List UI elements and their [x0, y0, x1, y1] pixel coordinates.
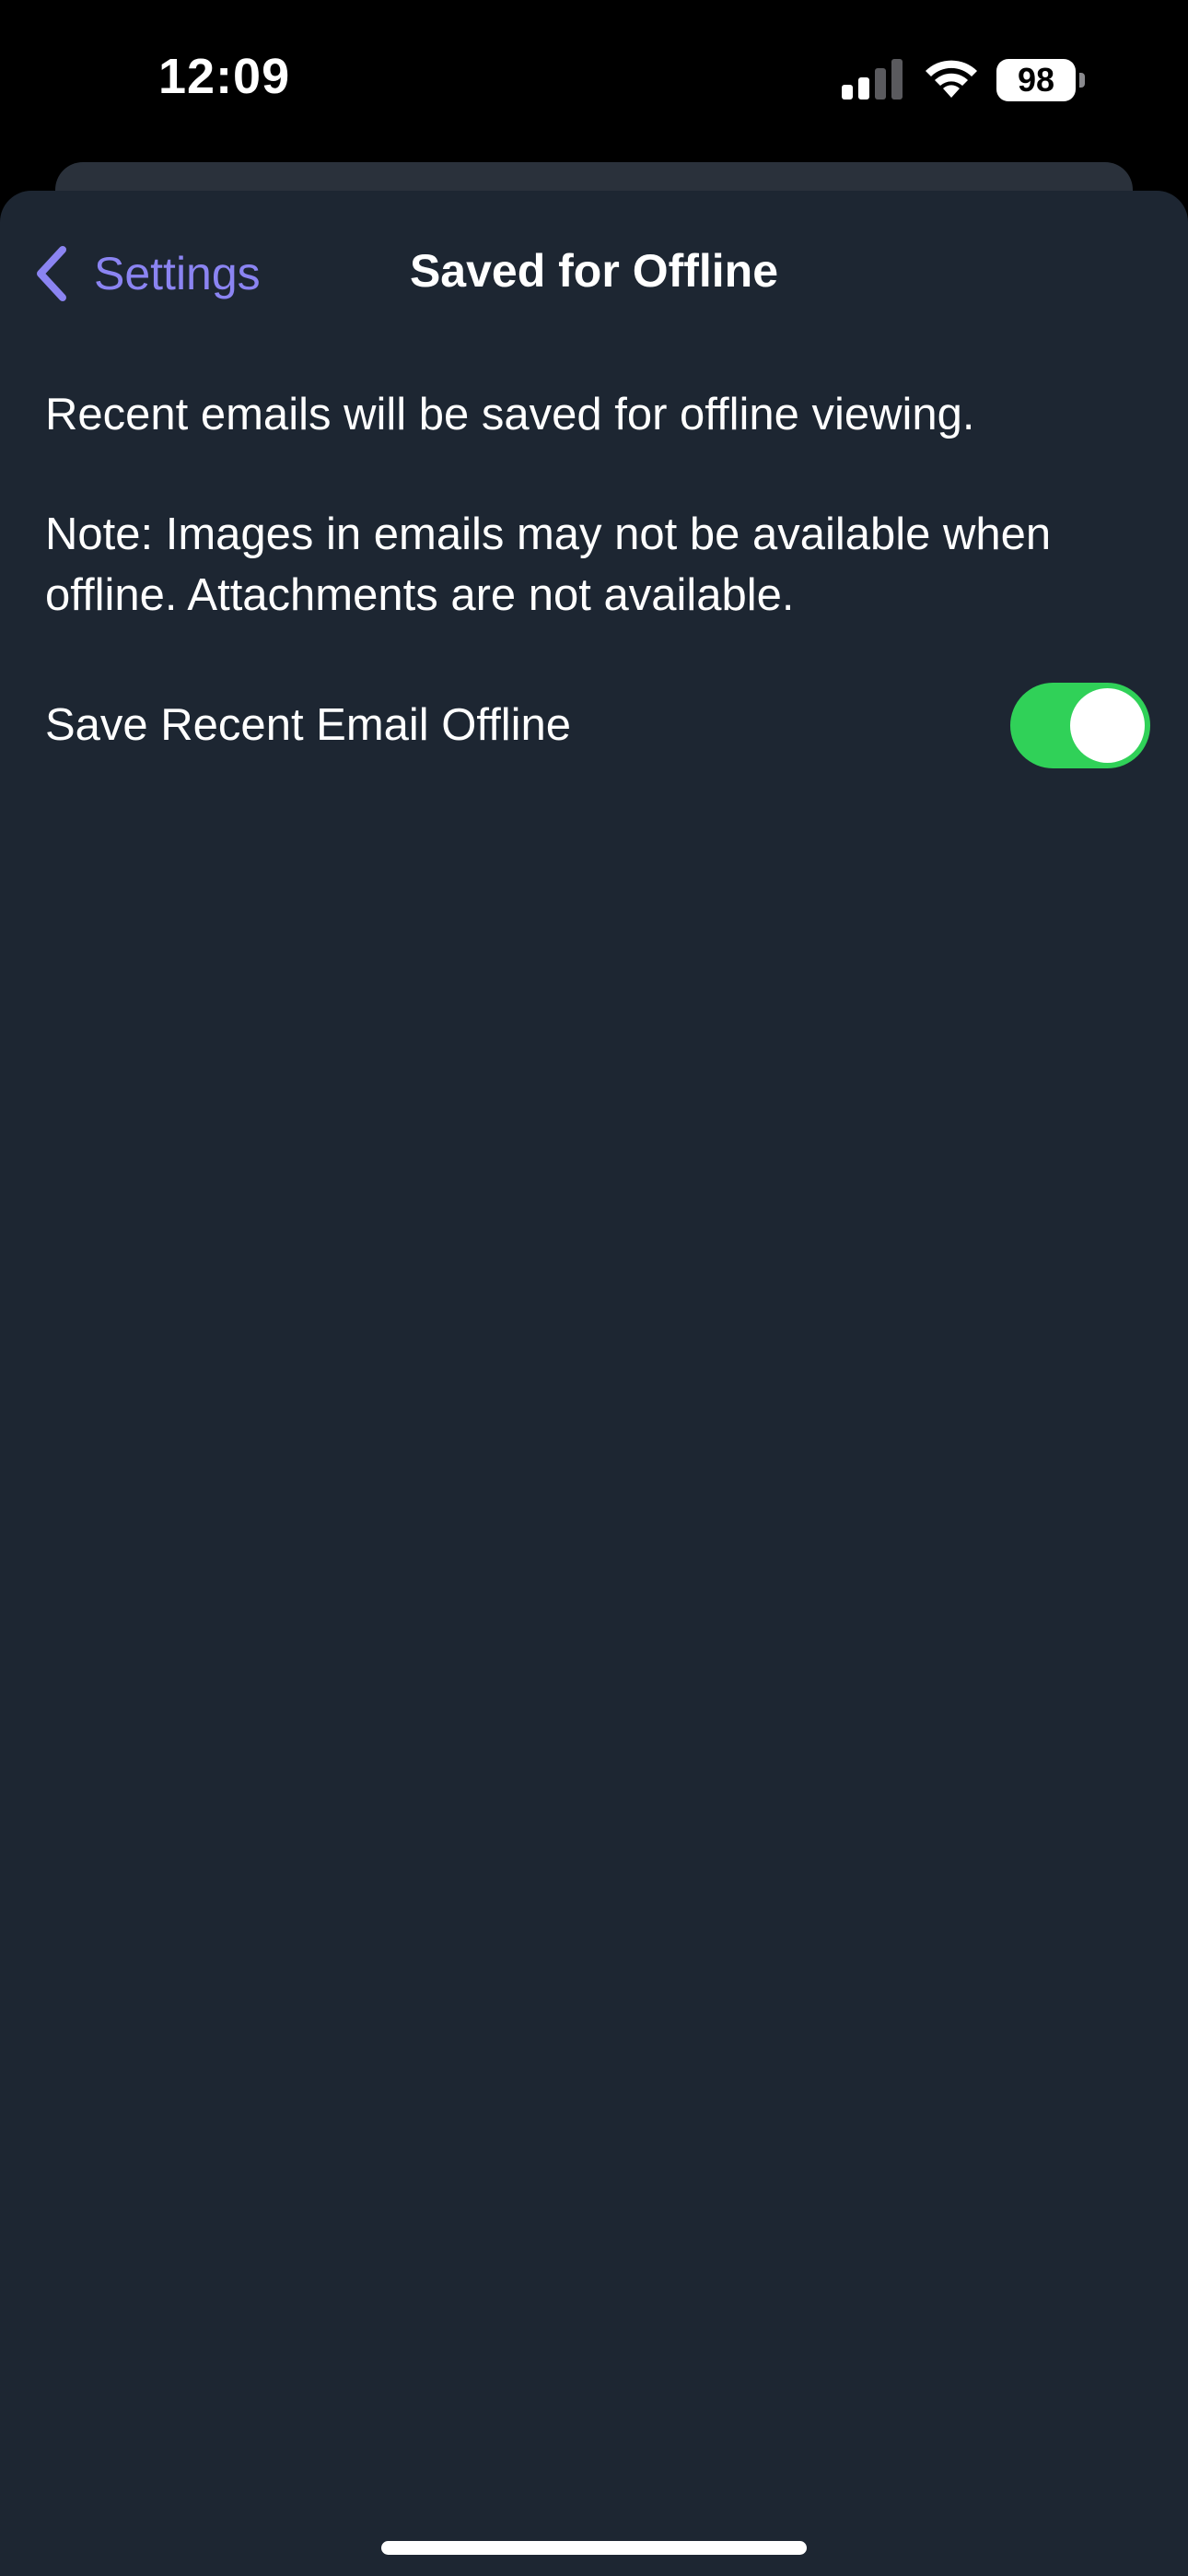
note-text: Note: Images in emails may not be availa… — [45, 509, 1052, 620]
status-time: 12:09 — [158, 49, 291, 104]
save-offline-setting-row: Save Recent Email Offline — [45, 679, 1150, 771]
battery-tip — [1079, 73, 1085, 88]
battery-icon: 98 — [996, 59, 1085, 101]
back-button[interactable]: Settings — [33, 237, 261, 310]
screen: 12:09 98 Saved for Offline Settings Rece… — [0, 0, 1188, 2576]
navigation-bar: Saved for Offline Settings — [0, 191, 1188, 347]
content: Recent emails will be saved for offline … — [45, 384, 1150, 626]
signal-icon — [842, 59, 903, 100]
description-text: Recent emails will be saved for offline … — [45, 390, 975, 439]
back-label: Settings — [94, 248, 261, 299]
chevron-left-icon — [37, 246, 66, 301]
battery-level: 98 — [996, 59, 1076, 101]
home-indicator[interactable] — [381, 2541, 807, 2555]
wifi-icon — [926, 60, 977, 98]
toggle-knob — [1070, 687, 1145, 763]
saved-for-offline-sheet: Saved for Offline Settings Recent emails… — [0, 191, 1188, 2576]
save-offline-label: Save Recent Email Offline — [45, 700, 572, 750]
status-bar: 12:09 98 — [0, 0, 1188, 161]
save-offline-toggle[interactable] — [1010, 682, 1150, 768]
